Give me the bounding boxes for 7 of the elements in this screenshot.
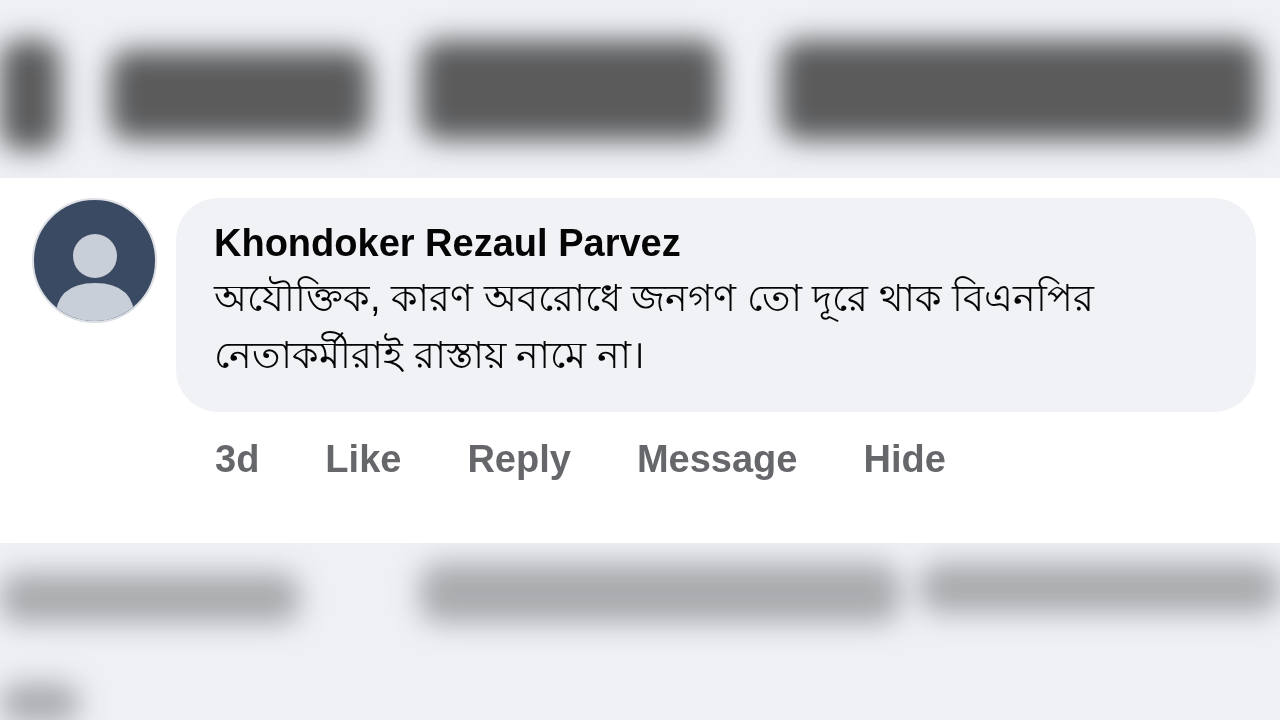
comment-text: অযৌক্তিক, কারণ অবরোধে জনগণ তো দূরে থাক বিএনপির নেতাকর্মীরাই রাস্তায় নামে না। bbox=[214, 275, 1096, 378]
author-name[interactable]: Khondoker Rezaul Parvez bbox=[214, 220, 1216, 268]
action-link[interactable]: Message bbox=[636, 437, 798, 481]
timestamp[interactable]: 3d bbox=[215, 437, 260, 481]
action-link[interactable]: Reply bbox=[467, 437, 571, 481]
action-link[interactable]: Hide bbox=[863, 437, 946, 481]
action-link[interactable]: Like bbox=[325, 437, 402, 481]
